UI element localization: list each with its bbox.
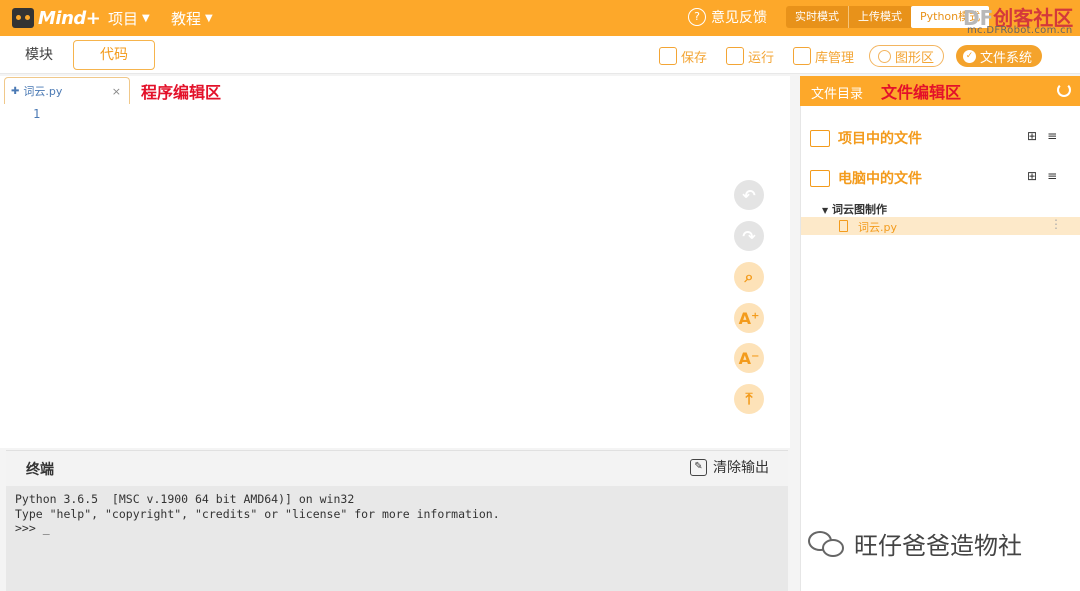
file-panel-annotation: 文件编辑区 bbox=[881, 83, 962, 102]
menu-icon[interactable]: ≡ bbox=[1047, 129, 1057, 143]
editor-annotation: 程序编辑区 bbox=[141, 83, 222, 102]
code-editor[interactable] bbox=[0, 76, 790, 448]
undo-icon[interactable]: ↶ bbox=[734, 180, 764, 210]
tab-code[interactable]: 代码 bbox=[73, 40, 155, 70]
menu-tutorial[interactable]: 教程 ▼ bbox=[171, 8, 213, 29]
play-icon bbox=[726, 47, 744, 65]
new-file-icon[interactable]: ⊞ bbox=[1027, 129, 1037, 143]
monitor-icon bbox=[810, 169, 830, 187]
run-button[interactable]: 运行 bbox=[726, 45, 774, 67]
file-panel-title: 文件目录 bbox=[811, 87, 864, 102]
new-file-icon[interactable]: ⊞ bbox=[1027, 169, 1037, 183]
menu-project[interactable]: 项目 ▼ bbox=[108, 8, 150, 29]
filesystem-button[interactable]: ✓ 文件系统 bbox=[956, 45, 1043, 67]
wechat-watermark: 旺仔爸爸造物社 bbox=[808, 526, 1022, 561]
graphics-button[interactable]: 图形区 bbox=[869, 45, 945, 67]
font-increase-icon[interactable]: A⁺ bbox=[734, 303, 764, 333]
menu-icon[interactable]: ≡ bbox=[1047, 169, 1057, 183]
terminal-header bbox=[6, 450, 788, 486]
python-icon: ✚ bbox=[11, 85, 20, 97]
font-decrease-icon[interactable]: A⁻ bbox=[734, 343, 764, 373]
close-icon[interactable]: × bbox=[112, 85, 121, 98]
more-icon[interactable]: ⋮ bbox=[1050, 217, 1062, 231]
mode-switcher: 实时模式 上传模式 Python模式 bbox=[786, 6, 990, 28]
question-icon: ? bbox=[688, 8, 706, 26]
computer-files-section[interactable]: 电脑中的文件 bbox=[810, 168, 922, 188]
caret-down-icon: ▼ bbox=[822, 206, 829, 215]
file-tab[interactable]: ✚ 词云.py × bbox=[4, 77, 130, 104]
feedback-button[interactable]: ? 意见反馈 bbox=[688, 7, 767, 27]
computer-files-actions: ⊞ ≡ bbox=[1027, 169, 1057, 183]
scroll-top-icon[interactable]: ⤒ bbox=[734, 384, 764, 414]
logo-text: Mind+ bbox=[38, 7, 101, 29]
library-icon bbox=[793, 47, 811, 65]
file-icon bbox=[839, 220, 848, 232]
file-panel bbox=[800, 76, 1080, 591]
save-icon bbox=[659, 47, 677, 65]
mode-upload[interactable]: 上传模式 bbox=[848, 6, 911, 28]
graphics-icon bbox=[878, 49, 891, 63]
wechat-icon bbox=[808, 529, 846, 559]
watermark-url: mc.DFRobot.com.cn bbox=[967, 25, 1073, 36]
mode-realtime[interactable]: 实时模式 bbox=[786, 6, 848, 28]
check-icon: ✓ bbox=[963, 49, 976, 63]
clear-output-button[interactable]: ✎ 清除输出 bbox=[690, 457, 769, 477]
tree-folder[interactable]: ▼ 词云图制作 bbox=[822, 201, 887, 217]
refresh-icon[interactable] bbox=[1057, 83, 1071, 97]
list-icon bbox=[810, 129, 830, 147]
tab-blocks[interactable]: 模块 bbox=[10, 40, 68, 70]
terminal-title: 终端 bbox=[26, 462, 54, 478]
terminal-output[interactable]: Python 3.6.5 [MSC v.1900 64 bit AMD64)] … bbox=[6, 486, 788, 591]
tree-file[interactable]: 词云.py ⋮ bbox=[801, 217, 1080, 235]
robot-logo-icon bbox=[12, 8, 34, 28]
app-logo: Mind+ bbox=[12, 6, 101, 30]
chevron-down-icon: ▼ bbox=[205, 13, 213, 24]
broom-icon: ✎ bbox=[690, 458, 707, 476]
library-button[interactable]: 库管理 bbox=[793, 45, 854, 67]
project-files-actions: ⊞ ≡ bbox=[1027, 129, 1057, 143]
redo-icon[interactable]: ↷ bbox=[734, 221, 764, 251]
chevron-down-icon: ▼ bbox=[142, 13, 150, 24]
search-icon[interactable]: ⌕ bbox=[734, 262, 764, 292]
project-files-section[interactable]: 项目中的文件 bbox=[810, 128, 922, 148]
line-number: 1 bbox=[33, 107, 41, 121]
save-button[interactable]: 保存 bbox=[659, 45, 707, 67]
